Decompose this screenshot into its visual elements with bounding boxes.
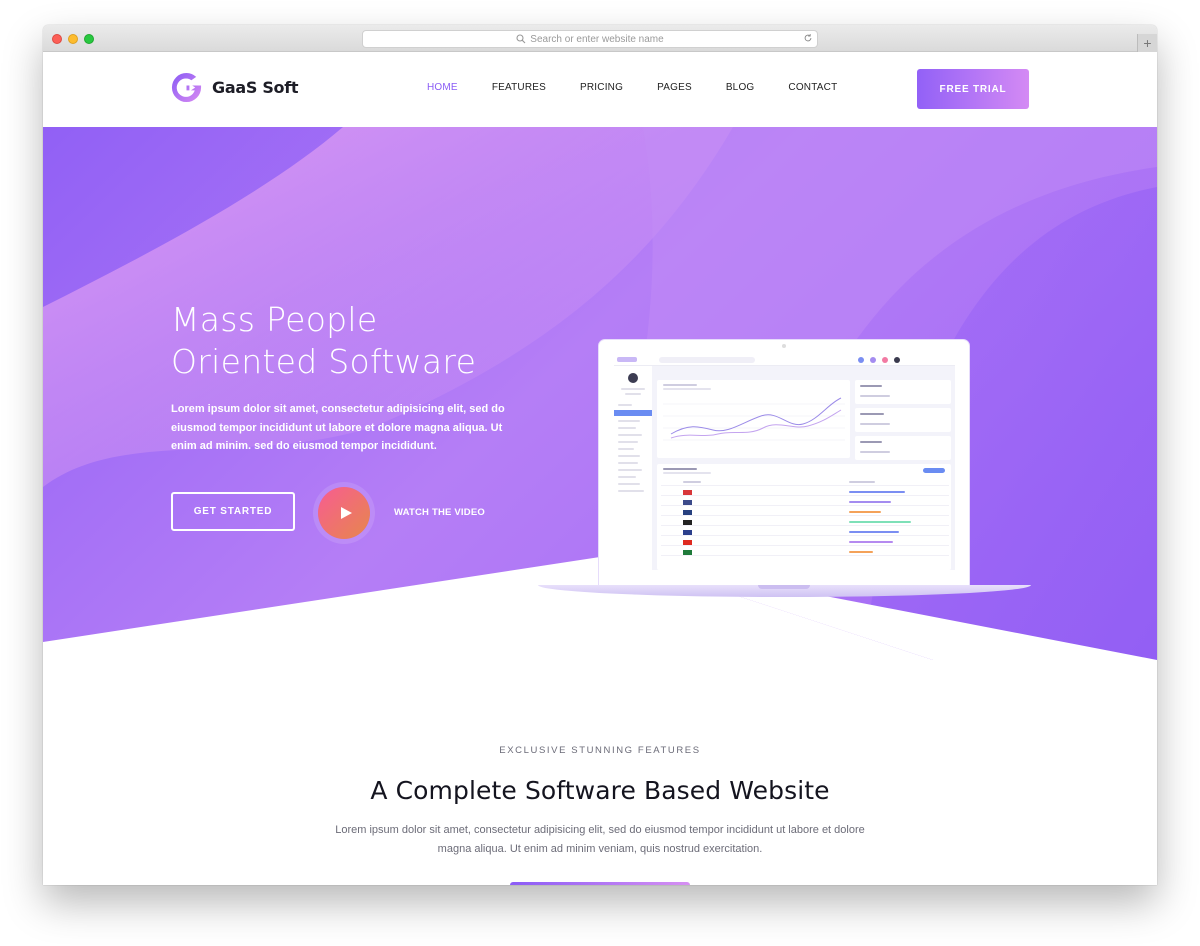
features-button-partial[interactable] bbox=[510, 882, 690, 885]
address-bar-placeholder: Search or enter website name bbox=[530, 33, 664, 45]
reload-icon[interactable] bbox=[803, 33, 813, 43]
features-description: Lorem ipsum dolor sit amet, consectetur … bbox=[335, 824, 865, 855]
nav-blog[interactable]: BLOG bbox=[726, 82, 755, 93]
play-icon bbox=[340, 507, 352, 519]
play-video-button[interactable] bbox=[318, 487, 370, 539]
logo[interactable]: GaaS Soft bbox=[170, 71, 299, 104]
main-nav: HOME FEATURES PRICING PAGES BLOG CONTACT bbox=[427, 82, 871, 93]
dashboard-screenshot bbox=[614, 354, 955, 570]
nav-contact[interactable]: CONTACT bbox=[788, 82, 837, 93]
logo-text: GaaS Soft bbox=[212, 78, 299, 97]
dashboard-analytics-card bbox=[657, 380, 850, 458]
browser-toolbar: Search or enter website name + bbox=[43, 25, 1157, 52]
hero-title-line1: Mass People bbox=[171, 300, 378, 339]
hero-title-line2: Oriented Software bbox=[171, 342, 477, 381]
search-icon bbox=[516, 34, 526, 44]
laptop-notch bbox=[758, 585, 810, 589]
site-header: GaaS Soft HOME FEATURES PRICING PAGES BL… bbox=[43, 52, 1157, 127]
features-eyebrow: EXCLUSIVE STUNNING FEATURES bbox=[499, 745, 701, 756]
hero-description: Lorem ipsum dolor sit amet, consectetur … bbox=[171, 403, 505, 452]
new-tab-button[interactable]: + bbox=[1137, 34, 1157, 52]
maximize-window-button[interactable] bbox=[84, 34, 94, 44]
laptop-camera bbox=[782, 344, 786, 348]
hero-section: Mass People Oriented Software Lorem ipsu… bbox=[43, 127, 1157, 660]
features-title: A Complete Software Based Website bbox=[370, 776, 830, 805]
nav-home[interactable]: HOME bbox=[427, 82, 458, 93]
dashboard-stat-card-bounce bbox=[855, 408, 951, 432]
dashboard-table-card bbox=[657, 464, 951, 570]
laptop-screen bbox=[598, 339, 970, 587]
nav-features[interactable]: FEATURES bbox=[492, 82, 546, 93]
free-trial-button[interactable]: FREE TRIAL bbox=[917, 69, 1029, 109]
nav-pages[interactable]: PAGES bbox=[657, 82, 692, 93]
browser-window: Search or enter website name + GaaS Soft bbox=[43, 25, 1157, 885]
nav-pricing[interactable]: PRICING bbox=[580, 82, 623, 93]
watch-video-link[interactable]: WATCH THE VIDEO bbox=[394, 507, 485, 518]
dashboard-stat-card-views bbox=[855, 436, 951, 460]
laptop-mockup bbox=[538, 339, 1031, 604]
hero-title: Mass People Oriented Software bbox=[171, 299, 476, 383]
close-window-button[interactable] bbox=[52, 34, 62, 44]
dashboard-stat-card-visits bbox=[855, 380, 951, 404]
get-started-button[interactable]: GET STARTED bbox=[171, 492, 295, 531]
address-bar[interactable]: Search or enter website name bbox=[362, 30, 818, 48]
dashboard-topbar bbox=[614, 354, 955, 366]
minimize-window-button[interactable] bbox=[68, 34, 78, 44]
gaas-logo-icon bbox=[171, 72, 202, 103]
dashboard-sidebar bbox=[614, 366, 652, 570]
